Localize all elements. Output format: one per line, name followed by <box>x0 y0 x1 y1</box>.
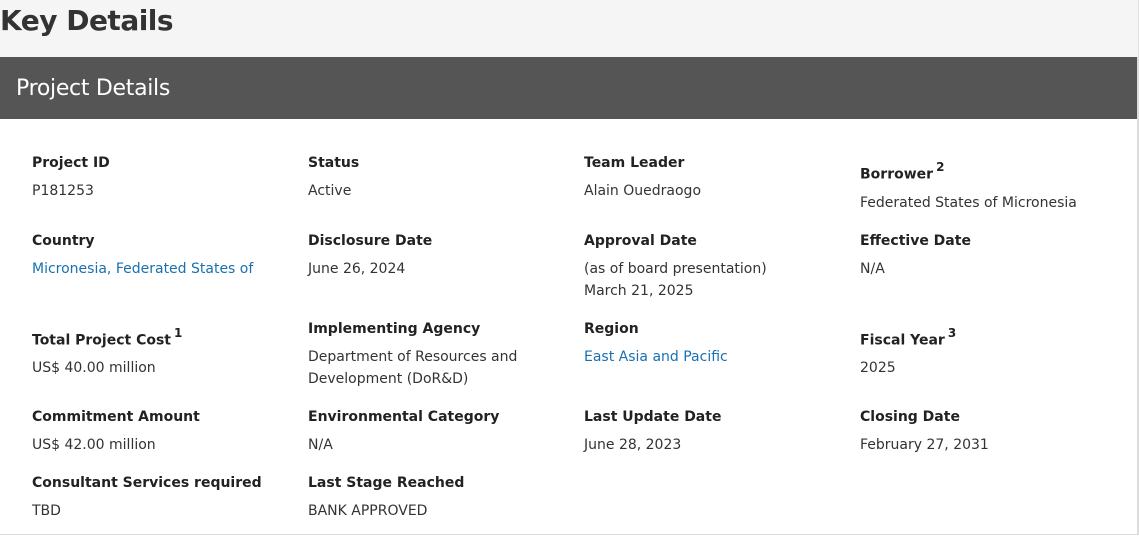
field-label: Last Update Date <box>584 408 722 425</box>
field-label: Disclosure Date <box>308 232 433 249</box>
footnote-marker: 1 <box>173 325 183 340</box>
field-label: Total Project Cost 1 <box>32 325 183 349</box>
field-value: 2025 <box>860 360 896 377</box>
field-label: Approval Date <box>584 232 697 249</box>
field-label: Effective Date <box>860 232 971 249</box>
field-value: Alain Ouedraogo <box>584 183 702 199</box>
field-value: Federated States of Micronesia <box>860 194 1077 211</box>
field-value: BANK APPROVED <box>308 502 428 519</box>
field-disclosure-date: Disclosure Date June 26, 2024 <box>308 230 584 302</box>
field-status: Status Active <box>308 152 584 214</box>
field-value: US$ 40.00 million <box>32 360 156 377</box>
footnote-marker: 2 <box>936 160 945 174</box>
field-effective-date: Effective Date N/A <box>860 230 1112 302</box>
field-value: February 27, 2031 <box>860 436 989 453</box>
field-value: US$ 42.00 million <box>32 436 156 453</box>
field-label: Project ID <box>32 155 110 171</box>
field-value: N/A <box>308 436 333 453</box>
page-header: Key Details <box>0 0 1139 57</box>
field-value: Department of Resources and <box>308 348 518 365</box>
field-value-line-2: March 21, 2025 <box>584 282 694 299</box>
field-value: June 28, 2023 <box>584 436 682 453</box>
field-total-project-cost: Total Project Cost 1 US$ 40.00 million <box>32 318 308 390</box>
field-value: TBD <box>32 502 61 519</box>
field-label: Team Leader <box>584 155 685 171</box>
section-header: Project Details <box>0 57 1137 119</box>
field-value: Active <box>308 183 352 199</box>
project-details-section: Project Details Project ID P181253 Statu… <box>0 57 1139 535</box>
field-commitment-amount: Commitment Amount US$ 42.00 million <box>32 406 308 456</box>
field-label: Status <box>308 155 360 171</box>
field-value: (as of board presentation) <box>584 260 767 277</box>
field-value: June 26, 2024 <box>308 260 406 277</box>
field-closing-date: Closing Date February 27, 2031 <box>860 406 1112 456</box>
field-value: P181253 <box>32 183 94 199</box>
field-region: Region East Asia and Pacific <box>584 318 860 390</box>
field-value-line-2: Development (DoR&D) <box>308 370 469 387</box>
field-last-stage-reached: Last Stage Reached BANK APPROVED <box>308 472 584 522</box>
field-label: Environmental Category <box>308 408 500 425</box>
field-implementing-agency: Implementing Agency Department of Resour… <box>308 318 584 390</box>
field-label: Implementing Agency <box>308 320 481 337</box>
details-grid: Project ID P181253 Status Active Team Le… <box>0 119 1137 538</box>
country-link[interactable]: Micronesia, Federated States of <box>32 261 253 277</box>
field-country: Country Micronesia, Federated States of <box>32 230 308 302</box>
field-project-id: Project ID P181253 <box>32 152 308 214</box>
field-fiscal-year: Fiscal Year 3 2025 <box>860 318 1112 390</box>
field-label: Closing Date <box>860 408 960 425</box>
field-borrower: Borrower 2 Federated States of Micronesia <box>860 152 1112 214</box>
field-approval-date: Approval Date (as of board presentation)… <box>584 230 860 302</box>
field-last-update-date: Last Update Date June 28, 2023 <box>584 406 860 456</box>
field-label: Country <box>32 232 95 249</box>
field-consultant-services: Consultant Services required TBD <box>32 472 308 522</box>
section-title: Project Details <box>16 75 171 101</box>
field-label: Fiscal Year 3 <box>860 325 957 349</box>
field-value: N/A <box>860 260 885 277</box>
region-link[interactable]: East Asia and Pacific <box>584 349 728 365</box>
field-environmental-category: Environmental Category N/A <box>308 406 584 456</box>
field-label: Region <box>584 320 639 337</box>
page-title: Key Details <box>0 4 174 37</box>
field-team-leader: Team Leader Alain Ouedraogo <box>584 152 860 214</box>
field-label: Last Stage Reached <box>308 474 465 491</box>
field-label: Consultant Services required <box>32 474 262 491</box>
footnote-marker: 3 <box>947 325 957 340</box>
field-label: Commitment Amount <box>32 408 200 425</box>
field-label: Borrower 2 <box>860 160 945 183</box>
